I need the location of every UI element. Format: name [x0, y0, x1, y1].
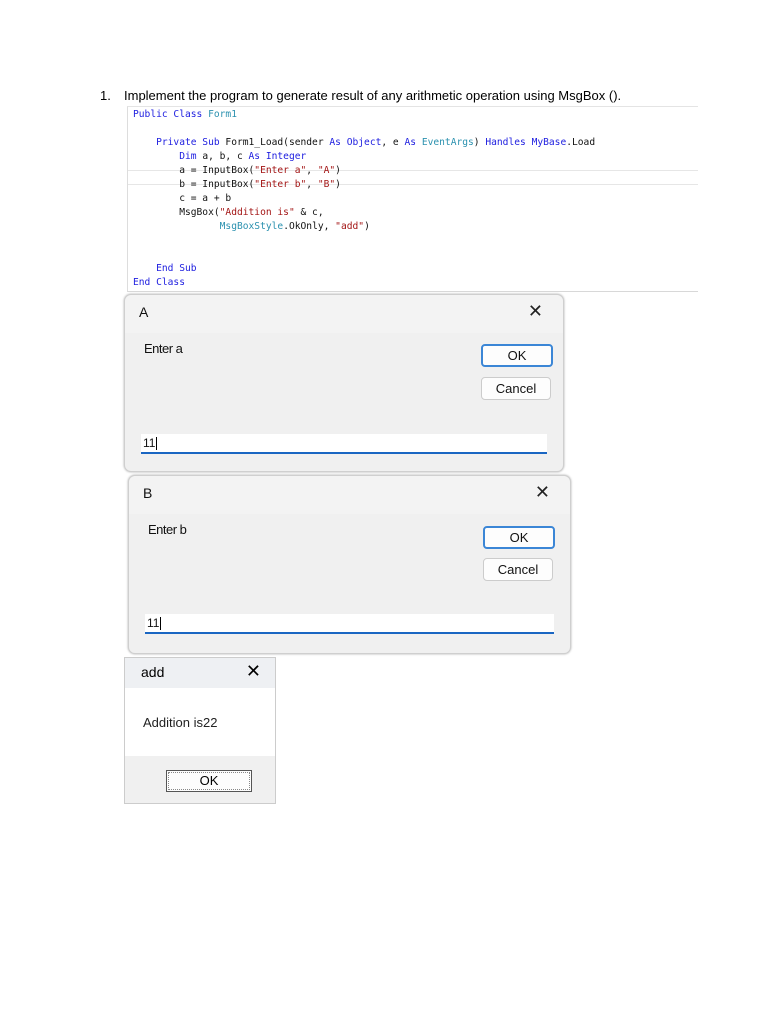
code-token: Public Class	[133, 109, 209, 120]
code-line: Private Sub Form1_Load(sender As Object,…	[133, 137, 595, 149]
code-token: c = a + b	[133, 193, 232, 204]
titlebar	[129, 476, 570, 514]
code-token: Object	[346, 137, 382, 148]
code-line: a = InputBox("Enter a", "A")	[133, 165, 341, 177]
code-token: b = InputBox(	[133, 179, 255, 190]
value-input[interactable]: 11	[141, 434, 547, 454]
code-token: MsgBoxStyle	[133, 221, 284, 232]
code-token: EventArgs	[421, 137, 474, 148]
code-line: Dim a, b, c As Integer	[133, 151, 306, 163]
code-line: End Sub	[133, 263, 197, 275]
ok-button[interactable]: OK	[166, 770, 252, 792]
dialog-title: add	[141, 664, 165, 680]
code-token: )	[473, 137, 486, 148]
titlebar	[125, 295, 563, 333]
code-token: & c,	[294, 207, 324, 218]
message-text: Addition is22	[143, 715, 218, 730]
code-token: )	[335, 179, 341, 190]
code-token: As Integer	[248, 151, 307, 162]
code-line: Public Class Form1	[133, 109, 237, 121]
code-token: Dim	[133, 151, 203, 162]
code-line: MsgBoxStyle.OkOnly, "add")	[133, 221, 370, 233]
document-page: 1. Implement the program to generate res…	[0, 0, 768, 1024]
close-icon[interactable]: ✕	[535, 482, 550, 503]
code-line: c = a + b	[133, 193, 231, 205]
code-token: "Enter b"	[254, 179, 307, 190]
code-token: )	[335, 165, 341, 176]
code-token: "Enter a"	[254, 165, 307, 176]
code-line: MsgBox("Addition is" & c,	[133, 207, 324, 219]
code-token: "B"	[317, 179, 336, 190]
code-token: )	[364, 221, 370, 232]
code-line: End Class	[133, 277, 185, 289]
dialog-title: A	[139, 304, 149, 320]
code-token: As	[329, 137, 347, 148]
code-token: , e	[381, 137, 405, 148]
code-token: MsgBox(	[133, 207, 220, 218]
code-token: Handles	[485, 137, 532, 148]
code-token: a = InputBox(	[133, 165, 255, 176]
inputbox-dialog-a: A ✕ Enter a OK Cancel 11	[124, 294, 564, 472]
question-text: Implement the program to generate result…	[124, 88, 622, 103]
code-token: .Load	[566, 137, 596, 148]
code-token: "A"	[317, 165, 336, 176]
code-token: "Addition is"	[219, 207, 295, 218]
code-token: Private Sub	[133, 137, 226, 148]
code-token: ,	[306, 179, 318, 190]
msgbox-dialog: add ✕ Addition is22 OK	[124, 657, 276, 804]
code-token: .OkOnly,	[283, 221, 336, 232]
question-number: 1.	[100, 88, 111, 103]
code-token: As	[404, 137, 422, 148]
inputbox-dialog-b: B ✕ Enter b OK Cancel 11	[128, 475, 571, 654]
code-token: "add"	[335, 221, 365, 232]
prompt-label: Enter b	[148, 522, 187, 537]
prompt-label: Enter a	[144, 341, 183, 356]
code-token: MyBase	[531, 137, 567, 148]
cancel-button[interactable]: Cancel	[483, 558, 553, 581]
close-icon[interactable]: ✕	[528, 301, 543, 322]
close-icon[interactable]: ✕	[246, 661, 261, 682]
ok-button[interactable]: OK	[481, 344, 553, 367]
ok-button[interactable]: OK	[483, 526, 555, 549]
code-token: ,	[306, 165, 318, 176]
code-token: End Sub	[133, 263, 197, 274]
code-line: b = InputBox("Enter b", "B")	[133, 179, 341, 191]
value-input[interactable]: 11	[145, 614, 554, 634]
code-token: End Class	[133, 277, 185, 288]
cancel-button[interactable]: Cancel	[481, 377, 551, 400]
code-screenshot: Public Class Form1 Private Sub Form1_Loa…	[127, 106, 698, 292]
dialog-title: B	[143, 485, 153, 501]
code-token: Form1	[208, 109, 237, 120]
code-token: Form1_Load(sender	[225, 137, 330, 148]
code-token: a, b, c	[202, 151, 249, 162]
